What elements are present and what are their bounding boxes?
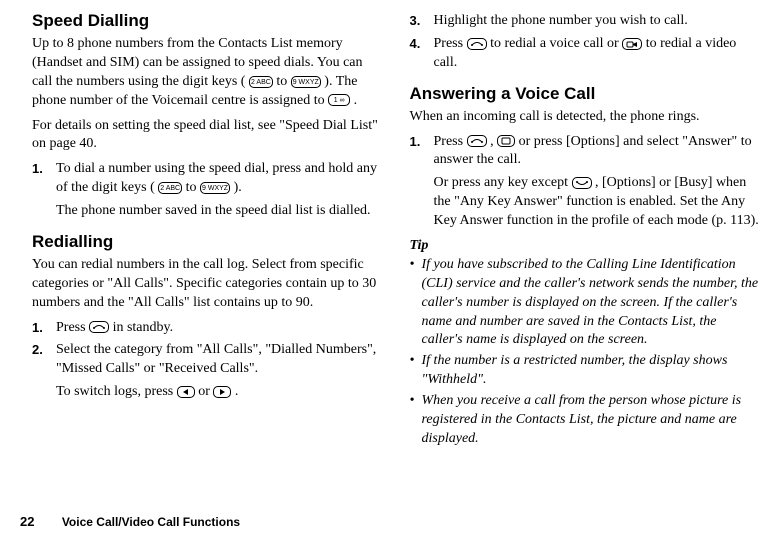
page-footer: 22 Voice Call/Video Call Functions [0,505,779,531]
step-number: 3. [410,12,421,30]
speed-step-1: 1. To dial a number using the speed dial… [32,160,382,221]
call-key-icon [467,38,487,50]
digit-1-key-icon: 1 ∞ [328,94,350,106]
text: Select the category from "All Calls", "D… [56,342,376,376]
tip-item-1: If you have subscribed to the Calling Li… [410,256,760,350]
left-arrow-key-icon [177,386,195,398]
right-column: 3. Highlight the phone number you wish t… [396,10,760,505]
text: to [276,74,290,89]
text: Press [56,320,89,335]
text: . [354,93,358,108]
answer-step-1: 1. Press , or press [Options] and select… [410,133,760,231]
digit-9-key-icon: 9 WXYZ [291,76,321,88]
redial-step-4: 4. Press to redial a voice call or to re… [410,35,760,73]
text: To switch logs, press [56,384,177,399]
text: or [198,384,213,399]
text: ). [234,180,242,195]
answer-step-1-sub: Or press any key except , [Options] or [… [434,174,760,231]
text: . [235,384,239,399]
redial-steps-cont: 3. Highlight the phone number you wish t… [410,12,760,73]
speed-para-2: For details on setting the speed dial li… [32,117,382,155]
answer-steps: 1. Press , or press [Options] and select… [410,133,760,231]
digit-2-key-icon: 2 ABC [158,182,182,194]
step-number: 2. [32,341,43,359]
step-number: 4. [410,35,421,53]
speed-steps: 1. To dial a number using the speed dial… [32,160,382,221]
redial-step-1: 1. Press in standby. [32,319,382,338]
redial-para-1: You can redial numbers in the call log. … [32,256,382,313]
text: Or press any key except [434,175,572,190]
text: Press [434,134,467,149]
left-column: Speed Dialling Up to 8 phone numbers fro… [32,10,396,505]
speed-step-1-sub: The phone number saved in the speed dial… [56,202,382,221]
digit-2-key-icon: 2 ABC [249,76,273,88]
redial-step-3: 3. Highlight the phone number you wish t… [410,12,760,31]
text: Press [434,36,467,51]
heading-redialling: Redialling [32,231,382,254]
center-key-icon [497,135,515,147]
video-call-key-icon [622,38,642,50]
tip-item-2: If the number is a restricted number, th… [410,352,760,390]
digit-9-key-icon: 9 WXYZ [200,182,230,194]
text: to redial a voice call or [490,36,622,51]
speed-para-1: Up to 8 phone numbers from the Contacts … [32,35,382,111]
call-key-icon [467,135,487,147]
redial-step-2: 2. Select the category from "All Calls",… [32,341,382,402]
step-number: 1. [32,319,43,337]
call-key-icon [89,321,109,333]
tip-heading: Tip [410,237,760,256]
heading-speed-dialling: Speed Dialling [32,10,382,33]
step-number: 1. [32,160,43,178]
text: Highlight the phone number you wish to c… [434,13,688,28]
right-arrow-key-icon [213,386,231,398]
page-number: 22 [20,513,34,531]
redial-step-2-sub: To switch logs, press or . [56,383,382,402]
end-key-icon [572,177,592,189]
text: , [490,134,497,149]
answer-para-1: When an incoming call is detected, the p… [410,108,760,127]
text: to [186,180,200,195]
step-number: 1. [410,133,421,151]
footer-title: Voice Call/Video Call Functions [62,515,240,529]
redial-steps: 1. Press in standby. 2. Select the categ… [32,319,382,403]
page-body: Speed Dialling Up to 8 phone numbers fro… [0,0,779,505]
text: in standby. [113,320,174,335]
heading-answering: Answering a Voice Call [410,83,760,106]
tip-item-3: When you receive a call from the person … [410,392,760,449]
